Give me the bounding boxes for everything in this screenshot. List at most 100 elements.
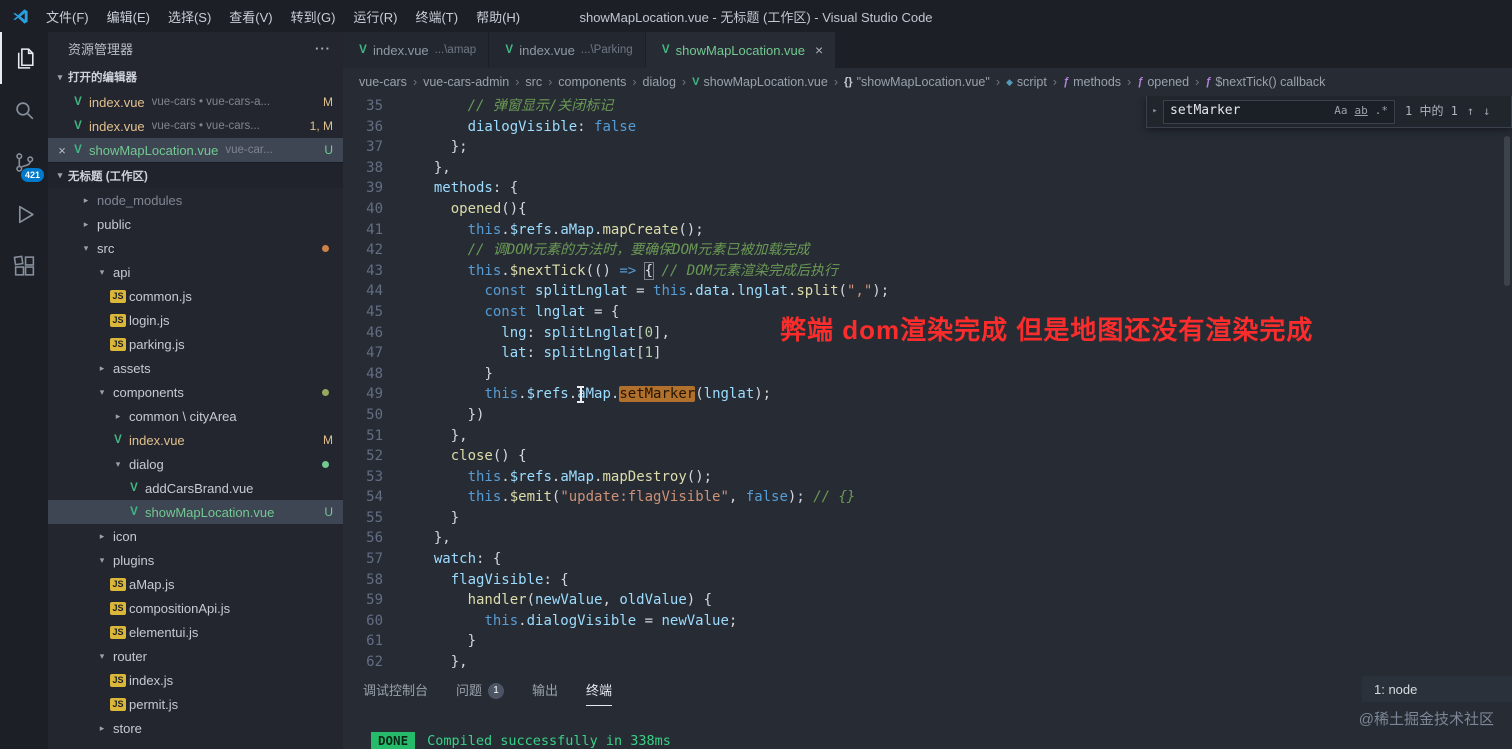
breadcrumb-item[interactable]: dialog bbox=[643, 75, 676, 89]
code-line[interactable]: 62 }, bbox=[343, 652, 1512, 673]
tree-item[interactable]: ▾ src bbox=[48, 236, 343, 260]
tree-item[interactable]: VaddCarsBrand.vue bbox=[48, 476, 343, 500]
breadcrumb-item[interactable]: {} "showMapLocation.vue" bbox=[844, 75, 990, 89]
tree-item[interactable]: ▾ plugins bbox=[48, 548, 343, 572]
code-line[interactable]: 40 opened(){ bbox=[343, 199, 1512, 220]
scrollbar-thumb[interactable] bbox=[1504, 136, 1510, 286]
code-line[interactable]: 51 }, bbox=[343, 426, 1512, 447]
breadcrumb-item[interactable]: ƒ methods bbox=[1063, 75, 1121, 89]
code-line[interactable]: 42 // 调DOM元素的方法时，要确保DOM元素已被加载完成 bbox=[343, 240, 1512, 261]
explorer-icon[interactable] bbox=[0, 32, 48, 84]
panel-tab[interactable]: 调试控制台 bbox=[363, 676, 428, 706]
menu-item[interactable]: 查看(V) bbox=[220, 10, 281, 25]
tree-item[interactable]: JS login.js bbox=[48, 308, 343, 332]
chevron-icon[interactable]: ▸ bbox=[78, 195, 94, 206]
code-line[interactable]: 47 lat: splitLnglat[1] bbox=[343, 343, 1512, 364]
breadcrumb-item[interactable]: src bbox=[525, 75, 542, 89]
tree-item[interactable]: Vindex.vue M bbox=[48, 428, 343, 452]
breadcrumb-item[interactable]: vue-cars bbox=[359, 75, 407, 89]
breadcrumb-item[interactable]: vue-cars-admin bbox=[423, 75, 509, 89]
tree-item[interactable]: JS permit.js bbox=[48, 692, 343, 716]
chevron-icon[interactable]: ▸ bbox=[94, 363, 110, 374]
editor-tab[interactable]: VshowMapLocation.vue × bbox=[645, 32, 836, 68]
breadcrumb-item[interactable]: components bbox=[558, 75, 626, 89]
code-line[interactable]: 50 }) bbox=[343, 405, 1512, 426]
code-line[interactable]: 55 } bbox=[343, 508, 1512, 529]
tree-item[interactable]: ▾ dialog bbox=[48, 452, 343, 476]
open-editor-item[interactable]: Vindex.vue vue-cars • vue-cars-a... M bbox=[48, 90, 343, 114]
menu-item[interactable]: 运行(R) bbox=[344, 10, 406, 25]
more-actions-icon[interactable]: ··· bbox=[315, 41, 331, 56]
tree-item[interactable]: JS compositionApi.js bbox=[48, 596, 343, 620]
menu-item[interactable]: 文件(F) bbox=[37, 10, 98, 25]
code-line[interactable]: 49 this.$refs.aMap.setMarker(lnglat); bbox=[343, 384, 1512, 405]
chevron-icon[interactable]: ▾ bbox=[94, 387, 110, 398]
tree-item[interactable]: ▾ api bbox=[48, 260, 343, 284]
code-line[interactable]: 53 this.$refs.aMap.mapDestroy(); bbox=[343, 467, 1512, 488]
code-editor[interactable]: 35 // 弹窗显示/关闭标记 36 dialogVisible: false 37… bbox=[343, 96, 1512, 676]
panel-tab[interactable]: 终端 bbox=[586, 676, 613, 706]
chevron-icon[interactable]: ▾ bbox=[94, 651, 110, 662]
code-line[interactable]: 59 handler(newValue, oldValue) { bbox=[343, 590, 1512, 611]
open-editor-item[interactable]: × VshowMapLocation.vue vue-car... U bbox=[48, 138, 343, 162]
extensions-icon[interactable] bbox=[0, 240, 48, 292]
code-line[interactable]: 38 }, bbox=[343, 158, 1512, 179]
chevron-icon[interactable]: ▸ bbox=[110, 411, 126, 422]
tree-item[interactable]: ▸ assets bbox=[48, 356, 343, 380]
code-line[interactable]: 61 } bbox=[343, 631, 1512, 652]
run-debug-icon[interactable] bbox=[0, 188, 48, 240]
chevron-icon[interactable]: ▾ bbox=[78, 243, 94, 254]
chevron-icon[interactable]: ▾ bbox=[94, 555, 110, 566]
search-icon[interactable] bbox=[0, 84, 48, 136]
editor-tab[interactable]: Vindex.vue ...\Parking bbox=[489, 32, 645, 68]
workspace-section-header[interactable]: ▾ 无标题 (工作区) bbox=[48, 162, 343, 188]
whole-word-icon[interactable]: ab bbox=[1355, 101, 1368, 122]
code-line[interactable]: 60 this.dialogVisible = newValue; bbox=[343, 611, 1512, 632]
open-editors-section-header[interactable]: ▾ 打开的编辑器 bbox=[48, 64, 343, 90]
tree-item[interactable]: JS common.js bbox=[48, 284, 343, 308]
breadcrumb-item[interactable]: VshowMapLocation.vue bbox=[692, 75, 828, 89]
chevron-icon[interactable]: ▾ bbox=[94, 267, 110, 278]
code-line[interactable]: 41 this.$refs.aMap.mapCreate(); bbox=[343, 220, 1512, 241]
menu-item[interactable]: 终端(T) bbox=[406, 10, 467, 25]
open-editor-item[interactable]: Vindex.vue vue-cars • vue-cars... 1, M bbox=[48, 114, 343, 138]
chevron-icon[interactable]: ▸ bbox=[94, 723, 110, 734]
tree-item[interactable]: ▸ node_modules bbox=[48, 188, 343, 212]
tree-item[interactable]: ▸ store bbox=[48, 716, 343, 740]
tree-item[interactable]: JS parking.js bbox=[48, 332, 343, 356]
panel-tab[interactable]: 输出 bbox=[532, 676, 558, 706]
code-line[interactable]: 54 this.$emit("update:flagVisible", fals… bbox=[343, 487, 1512, 508]
prev-match-icon[interactable]: ↑ bbox=[1467, 101, 1474, 122]
code-line[interactable]: 58 flagVisible: { bbox=[343, 570, 1512, 591]
menu-item[interactable]: 选择(S) bbox=[159, 10, 220, 25]
source-control-icon[interactable]: 421 bbox=[0, 136, 48, 188]
terminal-shell-select[interactable]: 1: node bbox=[1362, 676, 1512, 702]
breadcrumb-item[interactable]: ƒ $nextTick() callback bbox=[1205, 75, 1325, 89]
tree-item[interactable]: ▸ common \ cityArea bbox=[48, 404, 343, 428]
code-line[interactable]: 43 this.$nextTick(() => { // DOM元素渲染完成后执… bbox=[343, 261, 1512, 282]
tree-item[interactable]: JS aMap.js bbox=[48, 572, 343, 596]
breadcrumb-item[interactable]: ƒ opened bbox=[1137, 75, 1189, 89]
editor-tab[interactable]: Vindex.vue ...\amap bbox=[343, 32, 489, 68]
tree-item[interactable]: JS index.js bbox=[48, 668, 343, 692]
code-line[interactable]: 44 const splitLnglat = this.data.lnglat.… bbox=[343, 281, 1512, 302]
code-line[interactable]: 52 close() { bbox=[343, 446, 1512, 467]
tree-item[interactable]: ▾ router bbox=[48, 644, 343, 668]
tree-item[interactable]: VshowMapLocation.vue U bbox=[48, 500, 343, 524]
breadcrumb-item[interactable]: ◆ script bbox=[1006, 75, 1047, 89]
chevron-icon[interactable]: ▸ bbox=[78, 219, 94, 230]
next-match-icon[interactable]: ↓ bbox=[1483, 101, 1490, 122]
match-case-icon[interactable]: Aa bbox=[1334, 101, 1347, 122]
code-line[interactable]: 48 } bbox=[343, 364, 1512, 385]
find-toggle-icon[interactable]: ▸ bbox=[1147, 101, 1163, 122]
menu-item[interactable]: 帮助(H) bbox=[467, 10, 529, 25]
menu-item[interactable]: 编辑(E) bbox=[98, 10, 159, 25]
panel-tab[interactable]: 问题 1 bbox=[456, 676, 505, 706]
code-line[interactable]: 56 }, bbox=[343, 528, 1512, 549]
tree-item[interactable]: JS elementui.js bbox=[48, 620, 343, 644]
tree-item[interactable]: ▸ public bbox=[48, 212, 343, 236]
tree-item[interactable]: ▾ components bbox=[48, 380, 343, 404]
find-input[interactable]: setMarker Aa ab .* bbox=[1163, 99, 1395, 124]
code-line[interactable]: 57 watch: { bbox=[343, 549, 1512, 570]
menu-item[interactable]: 转到(G) bbox=[282, 10, 345, 25]
